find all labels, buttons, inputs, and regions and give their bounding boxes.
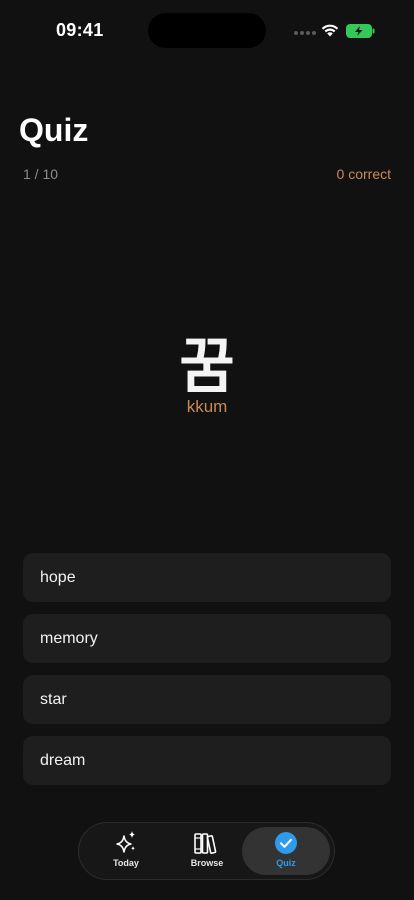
dynamic-island: [148, 13, 266, 48]
answer-options: hope memory star dream: [23, 553, 391, 797]
tab-quiz[interactable]: Quiz: [242, 827, 330, 875]
answer-option[interactable]: dream: [23, 736, 391, 785]
books-icon: [194, 833, 217, 854]
tab-today[interactable]: Today: [82, 827, 170, 875]
sparkles-icon: [116, 831, 135, 853]
wifi-icon: [321, 24, 339, 37]
quiz-word: 꿈: [179, 332, 235, 402]
tab-browse-label: Browse: [190, 858, 224, 868]
tab-browse[interactable]: Browse: [163, 827, 251, 875]
page-title: Quiz: [19, 112, 89, 148]
tab-quiz-label: Quiz: [276, 858, 296, 868]
answer-option[interactable]: star: [23, 675, 391, 724]
cellular-signal-icon: [294, 31, 316, 35]
tab-today-label: Today: [113, 858, 139, 868]
answer-option[interactable]: hope: [23, 553, 391, 602]
correct-count: 0 correct: [336, 166, 391, 182]
status-bar: 09:41: [0, 0, 414, 60]
status-time: 09:41: [56, 20, 104, 40]
tab-bar: Today Browse Quiz: [78, 822, 335, 880]
quiz-romanization: kkum: [186, 397, 228, 416]
checkmark-circle-icon: [275, 832, 297, 854]
answer-option[interactable]: memory: [23, 614, 391, 663]
question-progress: 1 / 10: [23, 166, 59, 182]
battery-icon: [346, 24, 375, 38]
